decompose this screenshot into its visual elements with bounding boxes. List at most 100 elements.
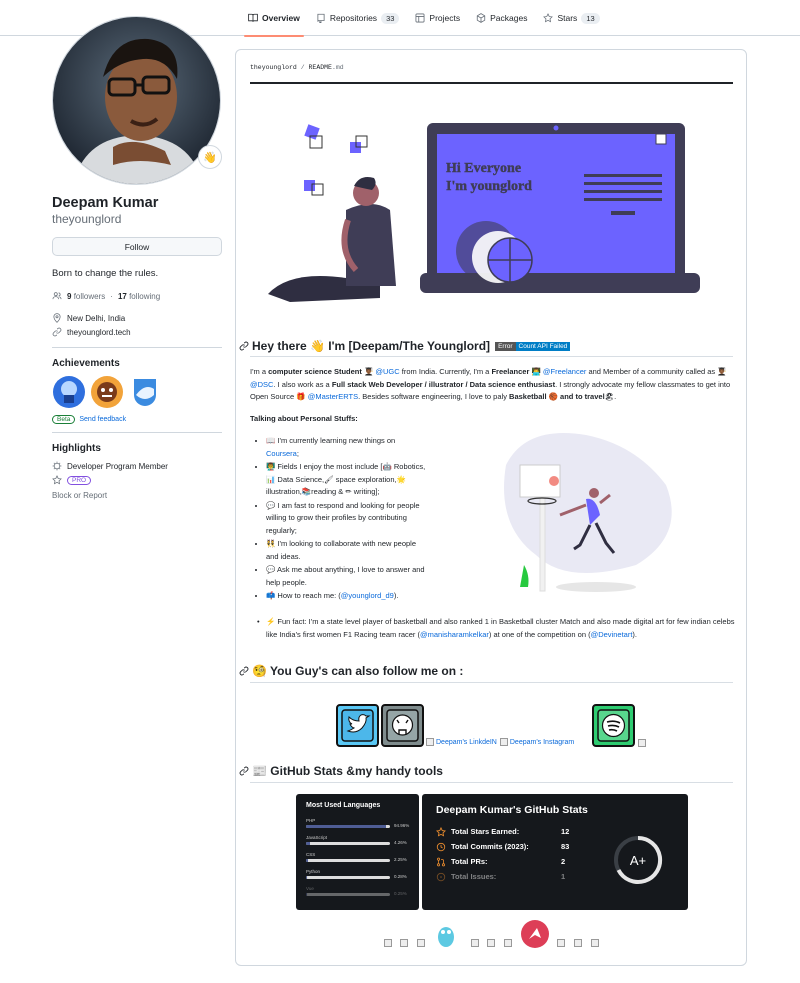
profile-name: Deepam Kumar	[52, 195, 159, 211]
tab-stars[interactable]: Stars 13	[535, 0, 607, 36]
language-bar-fill	[306, 842, 310, 845]
heading-divider	[250, 356, 733, 357]
mastererts-link[interactable]: @MasterERTS	[308, 392, 358, 401]
broken-image-icon[interactable]	[417, 939, 425, 947]
broken-image-icon	[426, 738, 434, 746]
linkedin-link[interactable]: Deepam's LinkdeIN	[426, 738, 497, 746]
divider	[52, 347, 222, 348]
broken-image-icon[interactable]	[574, 939, 582, 947]
visitor-count-badge: Error Count API Failed	[495, 341, 571, 351]
follow-button[interactable]: Follow	[52, 237, 222, 256]
broken-image-icon[interactable]	[400, 939, 408, 947]
anchor-link-icon[interactable]	[239, 666, 249, 676]
basketball-illustration	[504, 433, 672, 592]
send-feedback-link[interactable]: Send feedback	[79, 416, 126, 423]
followers-link[interactable]: 9 followers	[67, 292, 105, 301]
dsc-link[interactable]: @DSC	[250, 380, 273, 389]
github-link[interactable]	[381, 704, 424, 747]
following-link[interactable]: 17 following	[118, 292, 160, 301]
broken-image-icon[interactable]	[384, 939, 392, 947]
language-bar	[306, 893, 390, 896]
language-percent: 94.96%	[394, 823, 410, 828]
block-or-report-link[interactable]: Block or Report	[52, 491, 222, 500]
link-icon	[52, 327, 62, 337]
languages-card: Most Used Languages PHP 94.96% JavaScript 4…	[296, 794, 419, 910]
separator-dot: ·	[110, 291, 113, 301]
highlight-text: Developer Program Member	[67, 461, 168, 471]
broken-image-icon[interactable]	[638, 739, 646, 747]
list-item: 📫 How to reach me: (@younglord_d9).	[266, 590, 426, 603]
broken-image-icon[interactable]	[557, 939, 565, 947]
language-bar	[306, 842, 390, 845]
devinetart-link[interactable]: @Devinetart	[591, 630, 633, 639]
manisharamkelkar-link[interactable]: @manisharamkelkar	[420, 630, 489, 639]
profile-sidebar: 👋 Deepam Kumar theyounglord Follow Born …	[52, 16, 222, 500]
languages-title: Most Used Languages	[306, 802, 381, 809]
ugc-link[interactable]: @UGC	[375, 367, 399, 376]
avatar[interactable]	[52, 16, 221, 185]
twitter-handle-link[interactable]: @younglord_d9	[341, 591, 394, 600]
readme-path: theyounglord / README.md	[250, 64, 344, 71]
tab-repositories-label: Repositories	[329, 13, 378, 23]
book-icon	[248, 13, 258, 22]
tab-projects[interactable]: Projects	[407, 0, 468, 36]
achievements-heading: Achievements	[52, 358, 120, 369]
stat-row-prs: Total PRs: 2	[436, 854, 586, 869]
angular-icon[interactable]	[521, 920, 549, 948]
gopher-icon[interactable]	[436, 922, 456, 948]
coursera-link[interactable]: Coursera	[266, 449, 297, 458]
beta-label: Beta	[52, 415, 76, 424]
achievement-pull-shark-badge[interactable]	[52, 375, 86, 409]
tab-overview[interactable]: Overview	[240, 0, 308, 37]
follow-me-heading: 🧐 You Guy's can also follow me on :	[239, 664, 463, 678]
tab-overview-label: Overview	[262, 13, 300, 23]
twitter-bird-icon	[341, 709, 374, 742]
tab-repositories[interactable]: Repositories 33	[308, 0, 408, 36]
language-row: CSS 2.25%	[306, 852, 411, 866]
achievements-beta-row: Beta Send feedback	[52, 415, 222, 424]
website-link[interactable]: theyounglord.tech	[67, 328, 131, 337]
achievements-badges	[52, 375, 222, 409]
list-item: 📖 I'm currently learning new things on C…	[266, 435, 426, 460]
instagram-link[interactable]: Deepam's Instagram	[499, 738, 574, 746]
stat-value: 1	[561, 872, 566, 881]
readme-divider	[250, 82, 733, 84]
status-emoji-button[interactable]: 👋	[198, 145, 222, 169]
repo-icon	[317, 13, 325, 23]
github-stats-title: Deepam Kumar's GitHub Stats	[436, 804, 588, 816]
personal-stuffs-heading: Talking about Personal Stuffs:	[250, 414, 358, 423]
broken-image-icon[interactable]	[471, 939, 479, 947]
spotify-link[interactable]	[592, 704, 635, 747]
broken-image-icon[interactable]	[504, 939, 512, 947]
github-octocat-icon	[386, 709, 419, 742]
language-bar-fill	[306, 876, 307, 879]
tab-packages-label: Packages	[490, 13, 528, 23]
language-bar-fill	[306, 893, 307, 896]
twitter-link[interactable]	[336, 704, 379, 747]
rank-grade: A+	[630, 853, 646, 868]
tab-packages[interactable]: Packages	[468, 0, 535, 36]
achievement-arctic-badge[interactable]	[128, 375, 162, 409]
stat-row-commits: Total Commits (2023): 83	[436, 839, 586, 854]
star-icon	[52, 475, 62, 485]
anchor-link-icon[interactable]	[239, 341, 249, 351]
achievement-quickdraw-badge[interactable]	[90, 375, 124, 409]
tab-projects-label: Projects	[429, 13, 461, 23]
language-row: JavaScript 4.26%	[306, 835, 411, 849]
path-separator: /	[300, 64, 305, 71]
readme-owner-link[interactable]: theyounglord	[250, 64, 297, 71]
followers-row: 9 followers · 17 following	[52, 291, 222, 301]
location-icon	[53, 313, 61, 323]
history-icon	[436, 842, 446, 851]
personal-list: 📖 I'm currently learning new things on C…	[266, 435, 426, 604]
banner-greeting-line-2: I'm younglord	[446, 179, 532, 194]
broken-image-icon[interactable]	[487, 939, 495, 947]
badge-error-label: Error	[495, 341, 516, 351]
language-bar-fill	[306, 825, 386, 828]
broken-social-images: Deepam's LinkdeIN Deepam's Instagram	[426, 738, 574, 746]
stat-value: 2	[561, 857, 566, 866]
badge-message: Count API Failed	[515, 341, 571, 351]
broken-image-icon[interactable]	[591, 939, 599, 947]
freelancer-link[interactable]: @Freelancer	[543, 367, 586, 376]
anchor-link-icon[interactable]	[239, 766, 249, 776]
